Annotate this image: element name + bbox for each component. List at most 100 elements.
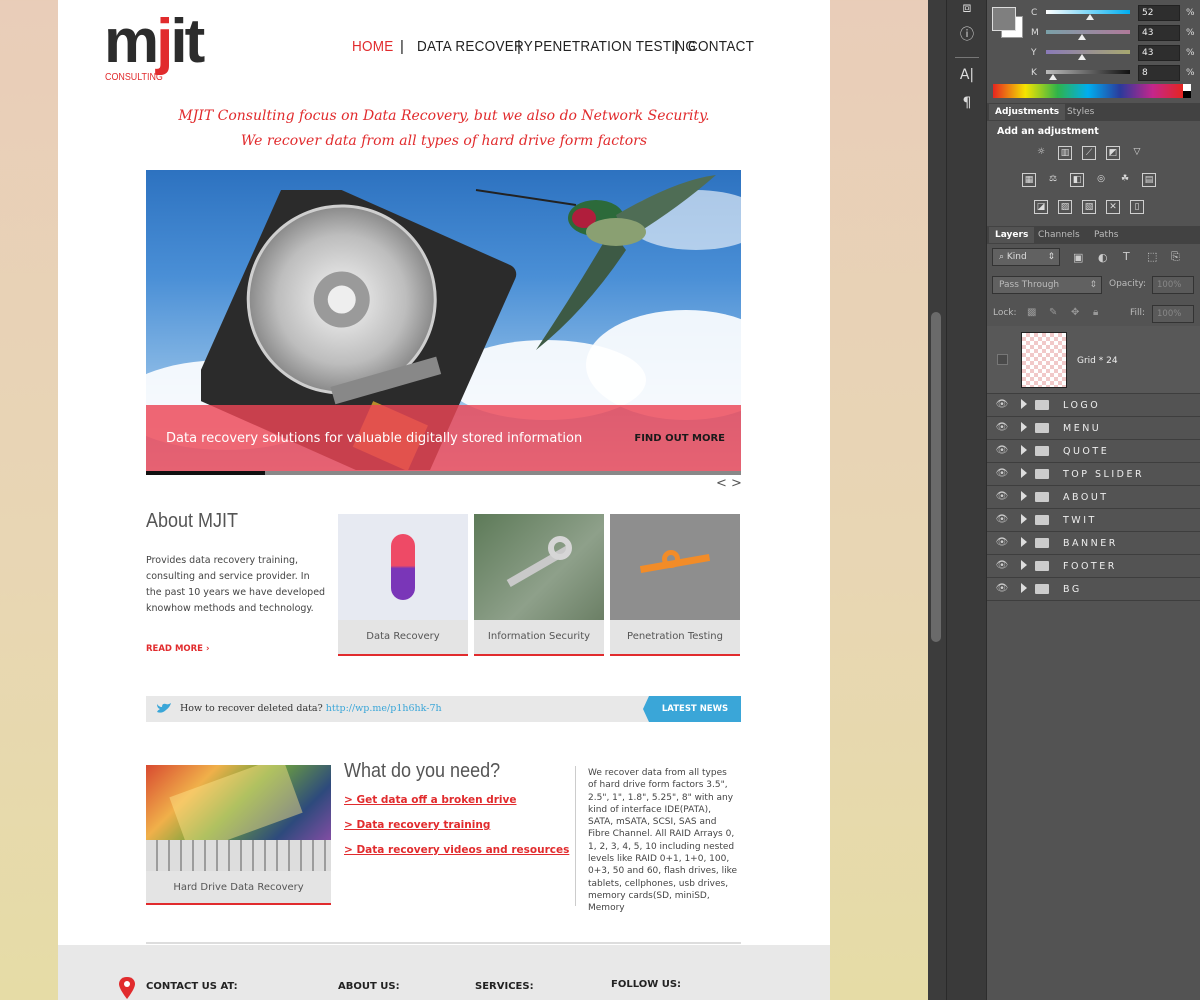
tile-information-security[interactable]: Information Security — [474, 514, 604, 656]
tab-channels[interactable]: Channels — [1032, 227, 1086, 243]
color-spectrum-ramp[interactable] — [993, 84, 1183, 98]
paragraph-icon[interactable]: ¶ — [959, 95, 975, 111]
find-out-more-button[interactable]: FIND OUT MORE — [634, 433, 725, 444]
color-lookup-icon[interactable]: ▤ — [1142, 173, 1156, 187]
layer-group-menu[interactable]: 👁︎ MENU — [987, 417, 1200, 440]
filter-pixel-icon[interactable]: ▣ — [1073, 251, 1083, 264]
tile-data-recovery[interactable]: Data Recovery — [338, 514, 468, 656]
expand-triangle-icon[interactable] — [1021, 491, 1027, 501]
3d-icon[interactable]: ⧈ — [959, 0, 975, 16]
info-icon[interactable]: ⓘ — [959, 27, 975, 43]
lock-position-icon[interactable]: ✥ — [1071, 307, 1079, 318]
layer-group-top-slider[interactable]: 👁︎ TOP SLIDER — [987, 463, 1200, 486]
nav-data-recovery[interactable]: DATA RECOVERY — [417, 38, 533, 55]
expand-triangle-icon[interactable] — [1021, 445, 1027, 455]
lock-image-icon[interactable]: ✎ — [1049, 307, 1057, 318]
black-input[interactable]: 8 — [1138, 65, 1180, 81]
expand-triangle-icon[interactable] — [1021, 422, 1027, 432]
invert-icon[interactable]: ◪ — [1034, 200, 1048, 214]
filter-shape-icon[interactable]: ⬚ — [1147, 250, 1157, 263]
tab-adjustments[interactable]: Adjustments — [989, 104, 1066, 120]
lock-transparent-icon[interactable]: ▩ — [1027, 307, 1036, 318]
yellow-slider[interactable] — [1046, 50, 1130, 54]
expand-triangle-icon[interactable] — [1021, 583, 1027, 593]
link-recovery-training[interactable]: > Data recovery training — [344, 819, 490, 831]
hue-saturation-icon[interactable]: ▦ — [1022, 173, 1036, 187]
expand-triangle-icon[interactable] — [1021, 560, 1027, 570]
layer-group-footer[interactable]: 👁︎ FOOTER — [987, 555, 1200, 578]
foreground-color-swatch[interactable] — [992, 7, 1016, 31]
fill-input[interactable]: 100% — [1152, 305, 1194, 323]
filter-type-icon[interactable]: T — [1123, 250, 1130, 263]
link-videos-resources[interactable]: > Data recovery videos and resources — [344, 844, 569, 856]
filter-adjustment-icon[interactable]: ◐ — [1098, 251, 1108, 264]
color-balance-icon[interactable]: ⚖ — [1046, 173, 1060, 187]
expand-triangle-icon[interactable] — [1021, 468, 1027, 478]
layer-group-bg[interactable]: 👁︎ BG — [987, 578, 1200, 601]
slider-knob[interactable] — [1085, 14, 1094, 20]
opacity-input[interactable]: 100% — [1152, 276, 1194, 294]
expand-triangle-icon[interactable] — [1021, 537, 1027, 547]
layer-group-banner[interactable]: 👁︎ BANNER — [987, 532, 1200, 555]
blend-mode-select[interactable]: Pass Through ⇕ — [992, 276, 1102, 294]
eye-icon[interactable]: 👁︎ — [995, 560, 1009, 572]
eye-icon[interactable]: 👁︎ — [995, 491, 1009, 503]
scrollbar-thumb[interactable] — [931, 312, 941, 642]
eye-icon[interactable]: 👁︎ — [995, 537, 1009, 549]
layer-group-twit[interactable]: 👁︎ TWIT — [987, 509, 1200, 532]
logo[interactable]: mjit — [104, 11, 205, 73]
layer-group-logo[interactable]: 👁︎ LOGO — [987, 394, 1200, 417]
slider-knob[interactable] — [1078, 34, 1087, 40]
tab-styles[interactable]: Styles — [1061, 104, 1100, 120]
filter-smart-object-icon[interactable]: ⎘ — [1171, 250, 1180, 264]
tab-layers[interactable]: Layers — [989, 227, 1035, 243]
eye-icon[interactable]: 👁︎ — [995, 422, 1009, 434]
black-white-icon[interactable]: ◧ — [1070, 173, 1084, 187]
levels-icon[interactable]: ▥ — [1058, 146, 1072, 160]
layer-group-about[interactable]: 👁︎ ABOUT — [987, 486, 1200, 509]
visibility-checkbox[interactable] — [997, 354, 1008, 365]
layer-grid[interactable]: Grid * 24 — [987, 326, 1200, 394]
expand-triangle-icon[interactable] — [1021, 514, 1027, 524]
threshold-icon[interactable]: ▧ — [1082, 200, 1096, 214]
vibrance-icon[interactable]: ▽ — [1130, 146, 1144, 160]
slider-arrows[interactable]: < > — [716, 476, 742, 491]
tweet-link[interactable]: http://wp.me/p1h6hk-7h — [326, 703, 442, 714]
slider-knob[interactable] — [1048, 74, 1057, 80]
slider-knob[interactable] — [1078, 54, 1087, 60]
read-more-link[interactable]: READ MORE › — [146, 644, 209, 654]
brightness-icon[interactable]: ☼ — [1034, 146, 1048, 160]
channel-mixer-icon[interactable]: ☘ — [1118, 173, 1132, 187]
photo-filter-icon[interactable]: ◎ — [1094, 173, 1108, 187]
tile-penetration-testing[interactable]: Penetration Testing — [610, 514, 740, 656]
tab-paths[interactable]: Paths — [1088, 227, 1124, 243]
magenta-input[interactable]: 43 — [1138, 25, 1180, 41]
eye-icon[interactable]: 👁︎ — [995, 468, 1009, 480]
black-swatch[interactable] — [1183, 91, 1191, 98]
eye-icon[interactable]: 👁︎ — [995, 514, 1009, 526]
selective-color-icon[interactable]: ✕ — [1106, 200, 1120, 214]
eye-icon[interactable]: 👁︎ — [995, 583, 1009, 595]
latest-news-button[interactable]: LATEST NEWS — [643, 696, 741, 722]
eye-icon[interactable]: 👁︎ — [995, 445, 1009, 457]
exposure-icon[interactable]: ◩ — [1106, 146, 1120, 160]
magenta-slider[interactable] — [1046, 30, 1130, 34]
layer-group-quote[interactable]: 👁︎ QUOTE — [987, 440, 1200, 463]
curves-icon[interactable]: ⟋ — [1082, 146, 1096, 160]
yellow-input[interactable]: 43 — [1138, 45, 1180, 61]
cyan-input[interactable]: 52 — [1138, 5, 1180, 21]
character-icon[interactable]: A| — [959, 67, 975, 83]
eye-icon[interactable]: 👁︎ — [995, 399, 1009, 411]
canvas-vertical-scrollbar[interactable] — [928, 0, 946, 1000]
top-slider[interactable]: Data recovery solutions for valuable dig… — [146, 170, 741, 475]
white-swatch[interactable] — [1183, 84, 1191, 91]
black-slider[interactable] — [1046, 70, 1130, 74]
link-broken-drive[interactable]: > Get data off a broken drive — [344, 794, 516, 806]
nav-contact[interactable]: CONTACT — [688, 38, 754, 55]
nav-home[interactable]: HOME — [352, 38, 394, 55]
gradient-map-icon[interactable]: ▯ — [1130, 200, 1144, 214]
expand-triangle-icon[interactable] — [1021, 399, 1027, 409]
filter-kind-select[interactable]: ⌕ Kind ⇕ — [992, 248, 1060, 266]
lock-all-icon[interactable]: 🔒︎ — [1093, 307, 1098, 318]
posterize-icon[interactable]: ▨ — [1058, 200, 1072, 214]
